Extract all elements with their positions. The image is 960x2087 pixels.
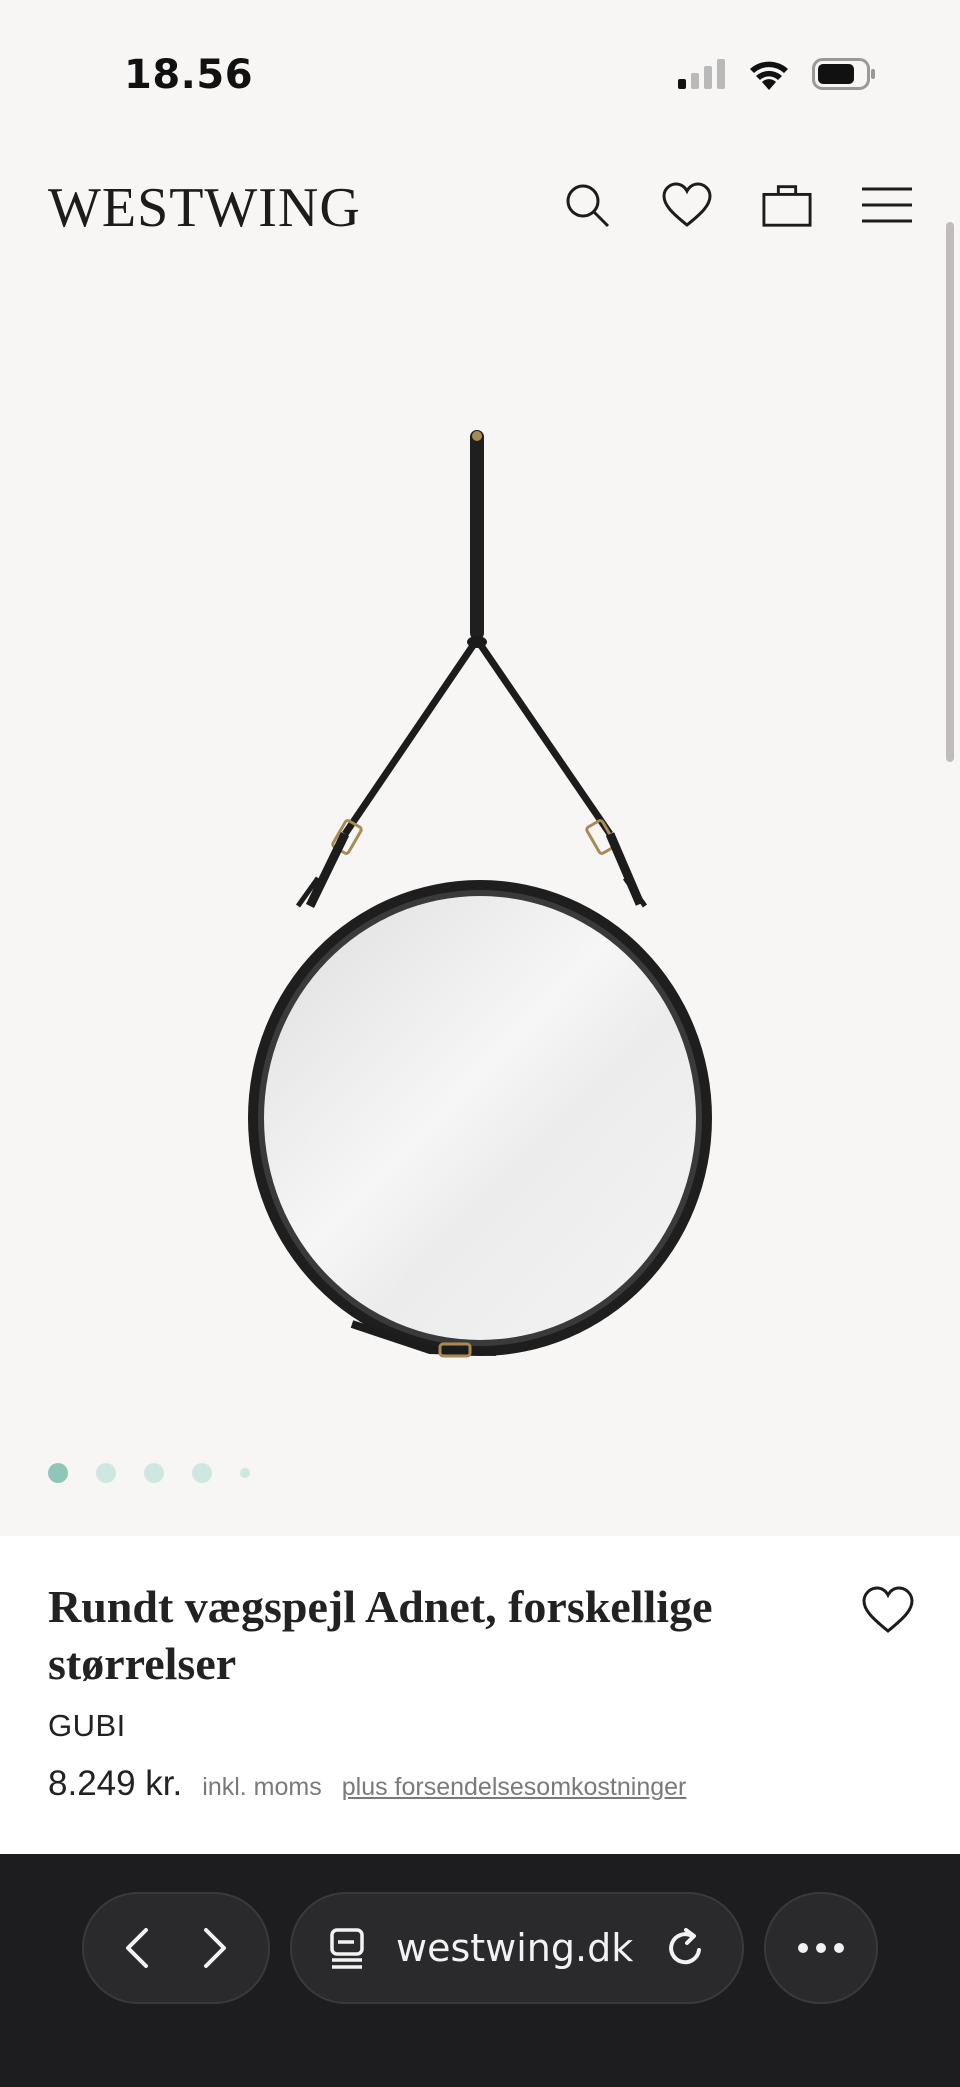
shipping-costs-link[interactable]: plus forsendelsesomkostninger: [342, 1773, 687, 1802]
menu-icon[interactable]: [862, 180, 912, 230]
wishlist-heart-icon[interactable]: [862, 1586, 914, 1638]
gallery-dots: [48, 1463, 250, 1483]
address-bar[interactable]: westwing.dk: [290, 1892, 744, 2004]
signal-icon: [678, 59, 726, 94]
url-text[interactable]: westwing.dk: [396, 1926, 633, 1970]
status-time: 18.56: [124, 52, 254, 98]
browser-toolbar: westwing.dk: [0, 1854, 960, 2087]
gallery-dot-1[interactable]: [48, 1463, 68, 1483]
product-info: Rundt vægspejl Adnet, forskellige større…: [0, 1536, 960, 1854]
gallery-dot-4[interactable]: [192, 1463, 212, 1483]
gallery-dot-3[interactable]: [144, 1463, 164, 1483]
tax-note: inkl. moms: [202, 1773, 322, 1801]
search-icon[interactable]: [562, 180, 612, 230]
more-button[interactable]: [764, 1892, 878, 2004]
product-title: Rundt vægspejl Adnet, forskellige større…: [48, 1581, 713, 1689]
westwing-logo[interactable]: WESTWING: [48, 176, 361, 240]
forward-icon[interactable]: [198, 1926, 232, 1970]
price-row: 8.249 kr. inkl. moms plus forsendelsesom…: [48, 1764, 686, 1804]
mirror-image: [248, 430, 712, 1358]
gallery-dot-2[interactable]: [96, 1463, 116, 1483]
reload-icon[interactable]: [666, 1927, 706, 1969]
product-brand[interactable]: GUBI: [48, 1708, 126, 1744]
gallery-dot-5[interactable]: [240, 1468, 250, 1478]
site-header: WESTWING: [0, 150, 960, 266]
more-icon[interactable]: [797, 1942, 845, 1954]
back-icon[interactable]: [120, 1926, 154, 1970]
product-gallery[interactable]: [0, 266, 960, 1536]
status-icons: [678, 58, 876, 95]
header-icons: [562, 180, 912, 230]
wifi-icon: [748, 58, 790, 95]
battery-icon: [812, 58, 876, 95]
product-price: 8.249 kr.: [48, 1764, 183, 1803]
heart-icon[interactable]: [662, 180, 712, 230]
nav-pill: [82, 1892, 270, 2004]
bag-icon[interactable]: [762, 180, 812, 230]
tabs-icon[interactable]: [328, 1927, 366, 1969]
status-bar: 18.56: [0, 0, 960, 130]
